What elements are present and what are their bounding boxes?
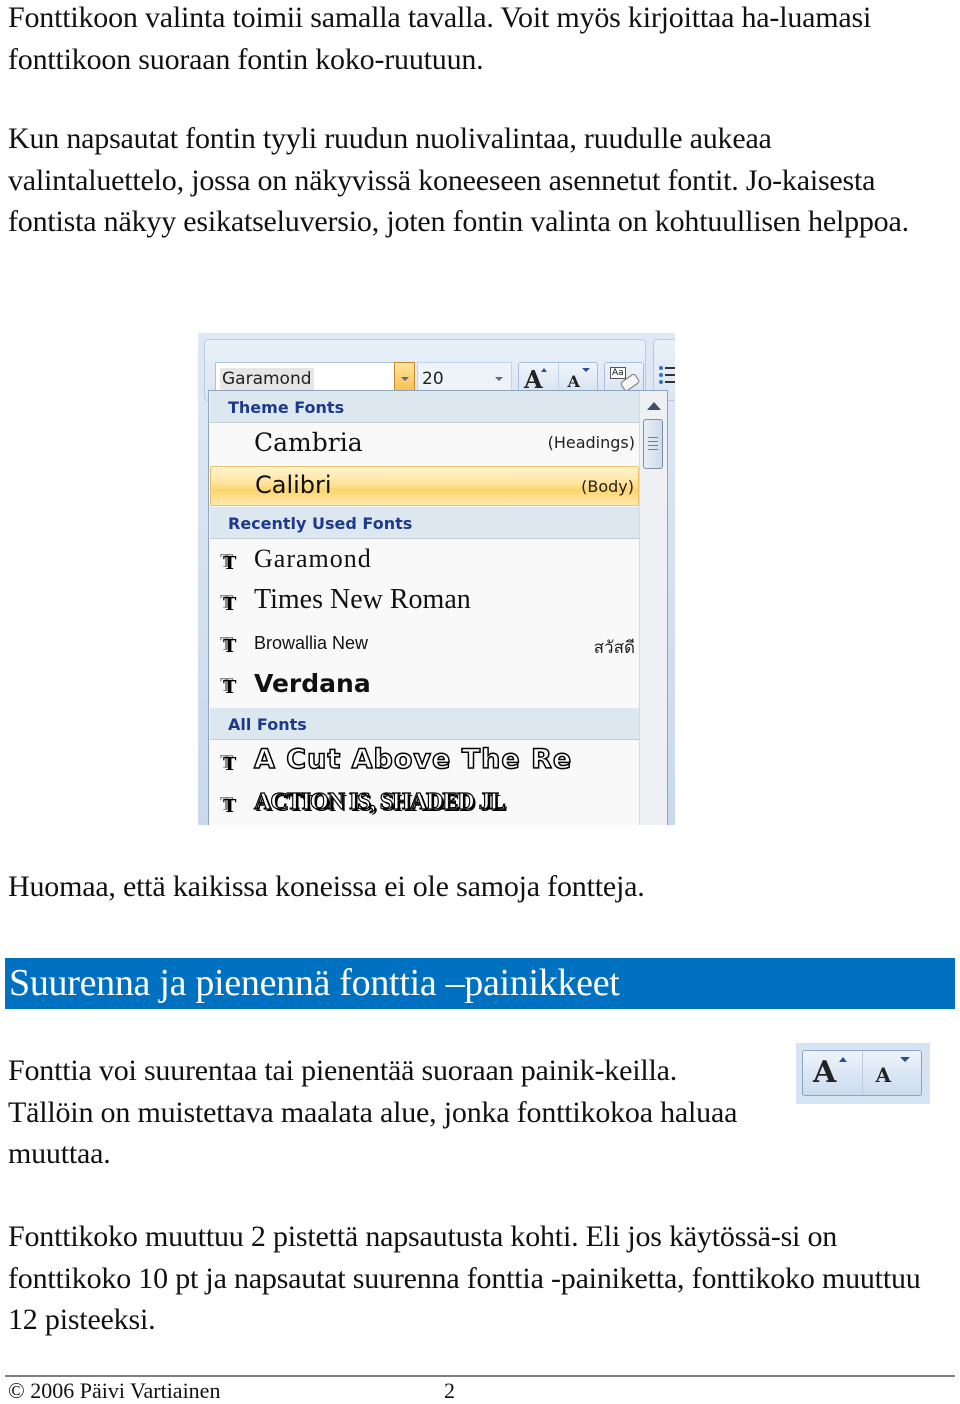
bullets-icon[interactable] (659, 362, 675, 392)
font-item-browallia-new[interactable]: TT Browallia New สวัสดี (210, 624, 639, 664)
font-item-calibri[interactable]: Calibri (Body) (210, 466, 639, 506)
section-header-all-fonts: All Fonts (210, 708, 640, 740)
font-item-cambria[interactable]: Cambria (Headings) (210, 423, 639, 465)
font-item-action-is-shaded[interactable]: TT ACTION IS, SHADED JL (210, 784, 639, 824)
section-header-theme-fonts: Theme Fonts (210, 391, 640, 423)
truetype-icon: TT (220, 634, 237, 657)
grow-font-icon: A (813, 1055, 837, 1090)
paragraph-font-list: Kun napsautat fontin tyyli ruudun nuoliv… (8, 122, 909, 238)
scroll-up-arrow-icon[interactable] (647, 402, 661, 410)
grow-arrow-icon (839, 1057, 847, 1062)
paragraph-note: Huomaa, että kaikissa koneissa ei ole sa… (8, 870, 645, 903)
footer-page-number: 2 (444, 1378, 455, 1403)
paragraph-font-size-selection: Fonttikoon valinta toimii samalla tavall… (8, 1, 872, 76)
font-size-dropdown-arrow-icon[interactable] (495, 377, 503, 381)
shrink-font-icon: A (567, 372, 580, 391)
footer-divider (5, 1375, 955, 1377)
shrink-font-button-image: A (861, 1051, 922, 1095)
shrink-arrow-icon (581, 368, 590, 372)
truetype-icon: TT (220, 794, 237, 817)
section-heading: Suurenna ja pienennä fonttia –painikkeet (5, 958, 955, 1009)
section-heading-text: Suurenna ja pienennä fonttia –painikkeet (9, 962, 620, 1004)
font-name-value: Garamond (220, 368, 314, 390)
grow-font-button-image: A (803, 1051, 862, 1095)
truetype-icon: TT (220, 592, 237, 615)
font-item-verdana[interactable]: TT Verdana (210, 665, 639, 705)
scrollbar-thumb[interactable] (643, 419, 663, 469)
dropdown-scrollbar[interactable] (639, 391, 667, 825)
grow-shrink-buttons-image: A A (796, 1043, 930, 1104)
paragraph-grow-shrink-buttons: Fonttia voi suurentaa tai pienentää suor… (8, 1054, 738, 1170)
section-header-recently-used-fonts: Recently Used Fonts (210, 507, 640, 539)
footer-copyright: © 2006 Päivi Vartiainen (8, 1378, 221, 1403)
font-item-a-cut-above-the-rest[interactable]: TT A Cut Above The Re (210, 742, 639, 782)
font-item-times-new-roman[interactable]: TT Times New Roman (210, 582, 639, 622)
font-dropdown-list: Theme Fonts Cambria (Headings) Calibri (… (208, 390, 668, 825)
truetype-icon: TT (220, 675, 237, 698)
clear-formatting-icon: Aa (610, 367, 626, 379)
font-item-garamond[interactable]: TT Garamond (210, 541, 639, 581)
font-dropdown-screenshot: Garamond 20 A A Aa Theme Fonts Cambria (… (198, 333, 675, 825)
grow-arrow-icon (541, 368, 547, 372)
shrink-arrow-icon (899, 1057, 910, 1062)
font-size-value: 20 (422, 369, 444, 389)
truetype-icon: TT (220, 551, 237, 574)
truetype-icon: TT (220, 752, 237, 775)
paragraph-font-size-step: Fonttikoko muuttuu 2 pistettä napsautust… (8, 1220, 921, 1336)
shrink-font-icon: A (875, 1063, 892, 1087)
